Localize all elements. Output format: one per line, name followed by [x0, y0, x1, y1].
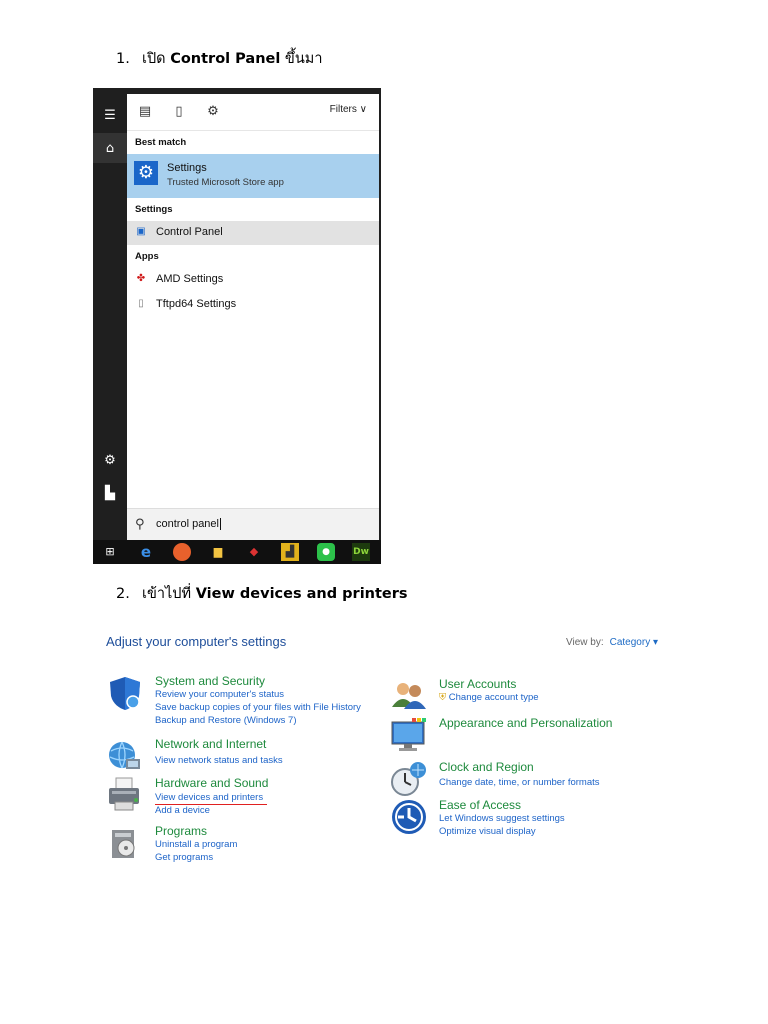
view-by-label: View by: — [566, 637, 604, 648]
windows-start-icon[interactable]: ⊞ — [101, 543, 119, 561]
apps-header: Apps — [135, 251, 159, 262]
step-text: ขึ้นมา — [280, 51, 323, 67]
printer-icon — [106, 776, 144, 814]
file-icon: ▯ — [138, 298, 144, 309]
text-caret — [220, 518, 221, 531]
view-devices-printers-link[interactable]: View devices and printers — [155, 792, 263, 803]
firefox-icon[interactable] — [173, 543, 191, 561]
programs-icon — [106, 824, 144, 862]
category-title[interactable]: Programs — [155, 824, 207, 838]
documents-icon[interactable]: ▯ — [171, 104, 187, 120]
globe-icon — [106, 737, 144, 775]
start-menu-screenshot: ☰ ⌂ ⚙ ▙ ▤ ▯ ⚙ Filters ∨ Best match ⚙ Set… — [93, 88, 381, 564]
clock-icon — [390, 760, 428, 798]
control-panel-screenshot: Adjust your computer's settings View by:… — [100, 630, 670, 880]
step-bold-text: View devices and printers — [195, 586, 408, 602]
category-title[interactable]: System and Security — [155, 674, 265, 688]
step-number: 2. — [116, 586, 130, 602]
settings-gear-icon[interactable]: ⚙ — [93, 445, 127, 475]
category-link[interactable]: Change date, time, or number formats — [439, 777, 600, 788]
category-link[interactable]: Optimize visual display — [439, 826, 536, 837]
search-toolbar: ▤ ▯ ⚙ Filters ∨ — [127, 94, 379, 131]
control-panel-icon: ▣ — [136, 226, 146, 237]
category-link[interactable]: Review your computer's status — [155, 689, 284, 700]
category-link[interactable]: ⛨ Change account type — [439, 692, 539, 703]
result-control-panel[interactable]: ▣ Control Panel — [127, 221, 379, 245]
step-text: เปิด — [142, 51, 171, 67]
gear-icon: ⚙ — [134, 161, 158, 185]
category-link-text: Change account type — [448, 692, 539, 703]
category-link[interactable]: Backup and Restore (Windows 7) — [155, 715, 297, 726]
step-1: 1. เปิด Control Panel ขึ้นมา — [116, 47, 322, 70]
category-title[interactable]: Network and Internet — [155, 737, 266, 751]
result-label: Control Panel — [156, 226, 223, 238]
search-value: control panel — [156, 518, 219, 530]
users-icon — [390, 677, 428, 715]
result-amd-settings[interactable]: ✤ AMD Settings — [127, 268, 379, 292]
uac-shield-icon: ⛨ — [439, 692, 447, 703]
home-icon[interactable]: ⌂ — [93, 133, 127, 163]
amd-icon: ✤ — [136, 273, 146, 284]
category-title[interactable]: User Accounts — [439, 677, 516, 691]
settings-header: Settings — [135, 204, 173, 215]
hamburger-icon[interactable]: ☰ — [93, 100, 127, 130]
category-link[interactable]: Get programs — [155, 852, 213, 863]
apps-icon[interactable]: ▤ — [137, 104, 153, 120]
category-title[interactable]: Appearance and Personalization — [439, 716, 612, 730]
best-match-header: Best match — [135, 137, 187, 148]
view-by-dropdown[interactable]: Category ▾ — [610, 637, 658, 648]
filters-dropdown[interactable]: Filters ∨ — [330, 104, 367, 115]
category-title[interactable]: Clock and Region — [439, 760, 534, 774]
edge-icon[interactable]: e — [137, 543, 155, 561]
result-tftpd64-settings[interactable]: ▯ Tftpd64 Settings — [127, 293, 379, 317]
accessibility-icon — [390, 798, 428, 836]
search-icon: ⚲ — [135, 517, 145, 532]
category-title[interactable]: Ease of Access — [439, 798, 521, 812]
dreamweaver-icon[interactable]: Dw — [352, 543, 370, 561]
app-icon[interactable]: ◆ — [245, 543, 263, 561]
search-input[interactable]: control panel — [156, 518, 221, 531]
search-results-panel: ▤ ▯ ⚙ Filters ∨ Best match ⚙ Settings Tr… — [127, 94, 379, 541]
line-app-icon[interactable]: ● — [317, 543, 335, 561]
search-box[interactable]: ⚲ control panel — [127, 508, 379, 541]
taskbar: ⊞ e ▆ ◆ ▟ ● Dw — [93, 540, 381, 564]
step-number: 1. — [116, 51, 130, 67]
category-title[interactable]: Hardware and Sound — [155, 776, 268, 790]
view-by-value: Category — [609, 637, 651, 648]
start-rail: ☰ ⌂ ⚙ ▙ — [93, 88, 127, 540]
category-link[interactable]: Uninstall a program — [155, 839, 237, 850]
monitor-icon — [390, 716, 428, 754]
category-link[interactable]: Let Windows suggest settings — [439, 813, 565, 824]
best-match-title: Settings — [167, 162, 207, 174]
view-by: View by: Category ▾ — [566, 637, 658, 648]
result-label: AMD Settings — [156, 273, 224, 285]
web-settings-icon[interactable]: ⚙ — [205, 104, 221, 120]
category-link[interactable]: Save backup copies of your files with Fi… — [155, 702, 361, 713]
best-match-subtitle: Trusted Microsoft Store app — [167, 177, 284, 188]
page-title: Adjust your computer's settings — [106, 634, 287, 649]
category-link[interactable]: Add a device — [155, 805, 210, 816]
file-explorer-icon[interactable]: ▆ — [209, 543, 227, 561]
step-bold-text: Control Panel — [170, 51, 281, 67]
chevron-down-icon: ∨ — [359, 104, 367, 115]
best-match-item[interactable]: ⚙ Settings Trusted Microsoft Store app — [127, 154, 379, 198]
step-2: 2. เข้าไปที่ View devices and printers — [116, 582, 408, 605]
step-text: เข้าไปที่ — [142, 586, 196, 602]
chart-app-icon[interactable]: ▟ — [281, 543, 299, 561]
result-label: Tftpd64 Settings — [156, 298, 237, 310]
filters-label: Filters — [329, 104, 357, 115]
user-icon[interactable]: ▙ — [93, 478, 127, 508]
shield-icon — [106, 674, 144, 712]
category-link[interactable]: View network status and tasks — [155, 755, 283, 766]
